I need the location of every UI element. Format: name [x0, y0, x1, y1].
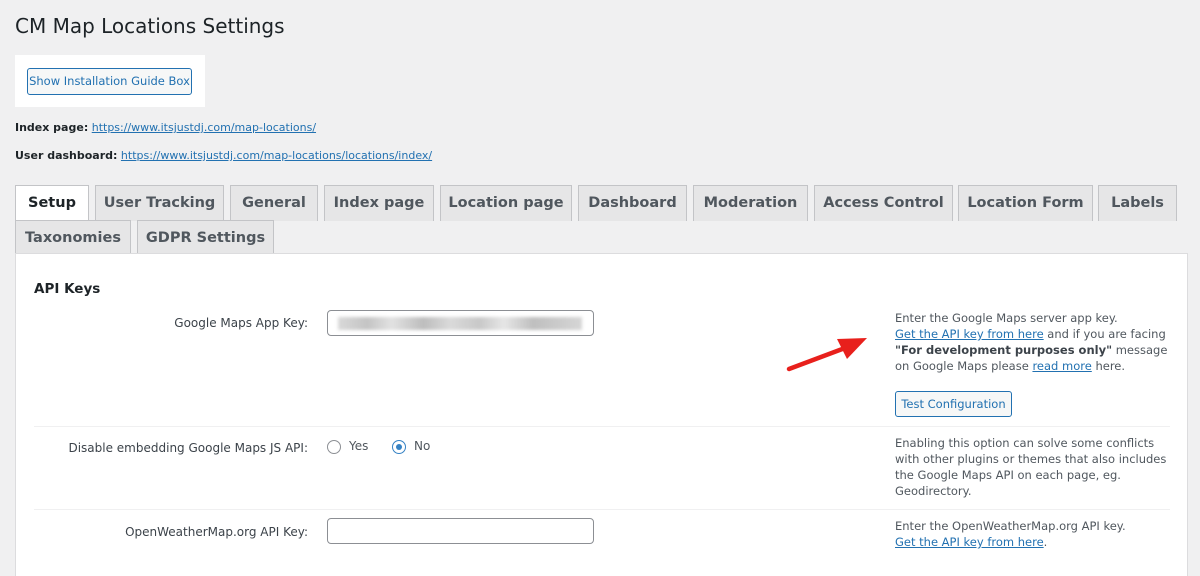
row-divider [34, 426, 1170, 427]
hint-text: Enter the Google Maps server app key. [895, 311, 1118, 325]
user-dashboard-info: User dashboard: https://www.itsjustdj.co… [15, 149, 432, 162]
tab-labels[interactable]: Labels [1098, 185, 1177, 221]
show-installation-guide-button[interactable]: Show Installation Guide Box [27, 68, 192, 95]
get-google-api-key-link[interactable]: Get the API key from here [895, 327, 1044, 341]
tab-location-page[interactable]: Location page [440, 185, 572, 221]
tab-setup[interactable]: Setup [15, 185, 89, 221]
tab-location-form[interactable]: Location Form [958, 185, 1093, 221]
hint-text: and if you are facing [1043, 327, 1166, 341]
disable-js-api-hint: Enabling this option can solve some conf… [895, 436, 1167, 498]
radio-no-circle[interactable] [392, 439, 406, 454]
user-dashboard-link[interactable]: https://www.itsjustdj.com/map-locations/… [121, 149, 432, 162]
radio-no-label: No [414, 439, 431, 453]
openweathermap-key-input[interactable] [327, 518, 594, 544]
radio-yes-circle[interactable] [327, 439, 341, 454]
row-divider [34, 509, 1170, 510]
installation-guide-box: Show Installation Guide Box [15, 55, 205, 107]
tab-dashboard[interactable]: Dashboard [578, 185, 687, 221]
tab-index-page[interactable]: Index page [324, 185, 434, 221]
hint-text: Enter the OpenWeatherMap.org API key. [895, 519, 1126, 533]
test-configuration-button[interactable]: Test Configuration [895, 391, 1012, 417]
radio-no[interactable]: No [392, 439, 430, 454]
openweathermap-key-hint: Enter the OpenWeatherMap.org API key. Ge… [895, 518, 1180, 550]
hint-bold-text: "For development purposes only" [895, 343, 1113, 357]
radio-yes-label: Yes [349, 439, 369, 453]
openweathermap-key-label: OpenWeatherMap.org API Key: [125, 525, 308, 539]
tab-gdpr-settings[interactable]: GDPR Settings [137, 220, 274, 256]
read-more-link[interactable]: read more [1032, 359, 1091, 373]
user-dashboard-label: User dashboard: [15, 149, 118, 162]
tab-user-tracking[interactable]: User Tracking [95, 185, 224, 221]
section-title-api-keys: API Keys [34, 281, 101, 297]
settings-panel: API Keys Google Maps App Key: Enter the … [15, 253, 1188, 576]
red-arrow-annotation [786, 338, 867, 372]
arrow-shaft [786, 345, 848, 372]
google-maps-key-input[interactable] [327, 310, 594, 336]
hint-text: . [1043, 535, 1048, 549]
google-maps-key-hint: Enter the Google Maps server app key. Ge… [895, 310, 1180, 374]
page-title: CM Map Locations Settings [15, 14, 285, 38]
google-maps-key-label: Google Maps App Key: [174, 316, 308, 330]
tab-moderation[interactable]: Moderation [693, 185, 808, 221]
blurred-key-value [338, 317, 582, 330]
index-page-link[interactable]: https://www.itsjustdj.com/map-locations/ [92, 121, 316, 134]
disable-js-api-label: Disable embedding Google Maps JS API: [68, 441, 308, 455]
tab-taxonomies[interactable]: Taxonomies [15, 220, 131, 256]
tab-general[interactable]: General [230, 185, 318, 221]
index-page-info: Index page: https://www.itsjustdj.com/ma… [15, 121, 316, 134]
hint-text: here. [1091, 359, 1126, 373]
tab-access-control[interactable]: Access Control [814, 185, 953, 221]
index-page-label: Index page: [15, 121, 89, 134]
get-openweathermap-api-key-link[interactable]: Get the API key from here [895, 535, 1044, 549]
radio-yes[interactable]: Yes [327, 439, 368, 454]
